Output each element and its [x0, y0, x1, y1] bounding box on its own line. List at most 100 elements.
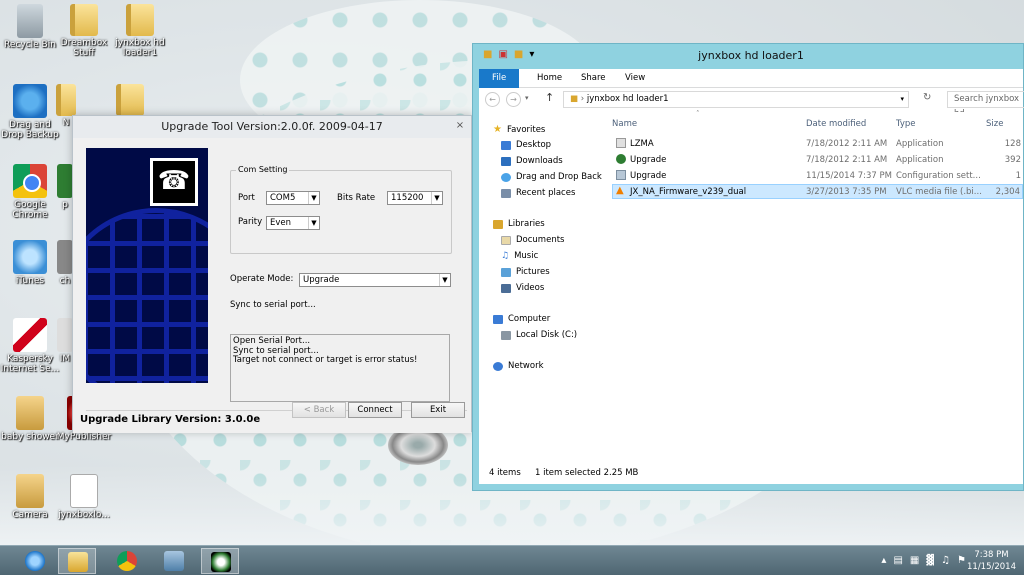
upgrade-tool-icon	[211, 552, 231, 572]
nav-videos[interactable]: Videos	[501, 283, 544, 293]
file-row[interactable]: LZMA 7/18/2012 2:11 AM Application 128	[612, 137, 1023, 152]
chevron-down-icon[interactable]: ▾	[900, 92, 904, 107]
taskbar-internet-explorer[interactable]	[16, 548, 54, 574]
port-label: Port	[238, 193, 255, 203]
taskbar-chrome[interactable]	[108, 548, 146, 574]
desktop-icon-dreambox-stuff[interactable]: Dreambox Stuff	[54, 4, 114, 58]
download-icon	[501, 156, 511, 166]
word-document-icon	[70, 474, 98, 508]
log-output: Open Serial Port... Sync to serial port.…	[230, 334, 450, 402]
folder-icon	[126, 4, 154, 36]
address-input[interactable]: ■ › jynxbox hd loader1 ▾	[563, 91, 909, 108]
bits-rate-select[interactable]: 115200 ▼	[387, 191, 443, 205]
nav-music[interactable]: ♫ Music	[501, 251, 538, 261]
nav-local-disk[interactable]: Local Disk (C:)	[501, 330, 577, 340]
nav-downloads[interactable]: Downloads	[501, 156, 563, 166]
com-setting-group: Com Setting Port COM5 ▼ Bits Rate 115200…	[230, 165, 452, 254]
folder-icon	[116, 84, 144, 116]
upgrade-app-icon	[616, 154, 626, 164]
flag-icon[interactable]: ⚑	[957, 555, 966, 566]
taskbar-app[interactable]	[155, 548, 193, 574]
up-arrow-icon[interactable]: ↑	[545, 91, 554, 104]
signal-icon[interactable]: ▓	[926, 555, 934, 566]
back-button[interactable]: < Back	[292, 402, 346, 418]
column-header-size[interactable]: Size	[986, 119, 1003, 129]
nav-pictures[interactable]: Pictures	[501, 267, 550, 277]
nav-libraries[interactable]: Libraries	[493, 219, 545, 229]
address-bar-row: ← → ▾ ↑ ■ › jynxbox hd loader1 ▾ ↻ Searc…	[479, 88, 1024, 119]
dropbox-icon	[501, 172, 511, 182]
nav-documents[interactable]: Documents	[501, 235, 564, 245]
forward-arrow-icon[interactable]: →	[506, 92, 521, 107]
nav-recent-places[interactable]: Recent places	[501, 188, 575, 198]
desktop-icon-drag-drop-backup[interactable]: Drag and Drop Backup	[0, 84, 60, 140]
file-row[interactable]: Upgrade 11/15/2014 7:37 PM Configuration…	[612, 169, 1023, 184]
column-header-name[interactable]: Name	[612, 119, 637, 129]
parity-select[interactable]: Even ▼	[266, 216, 320, 230]
explorer-content: ★ Favorites Desktop Downloads Drag and D…	[479, 110, 1023, 484]
desktop-icon-kaspersky[interactable]: Kaspersky Internet Se...	[0, 318, 60, 374]
taskbar-file-explorer[interactable]	[58, 548, 96, 574]
desktop-icon-baby-shower[interactable]: baby shower	[0, 396, 60, 442]
dropbox-icon	[13, 84, 47, 118]
application-icon	[616, 138, 626, 148]
computer-icon	[493, 314, 503, 324]
parity-label: Parity	[238, 217, 263, 227]
taskbar-upgrade-tool[interactable]	[201, 548, 239, 574]
app-icon	[57, 164, 73, 198]
desktop-icon-jynxbox-doc[interactable]: jynxboxlo...	[54, 474, 114, 520]
keyboard-icon[interactable]: ▤	[893, 555, 902, 566]
system-clock[interactable]: 7:38 PM 11/15/2014	[967, 549, 1016, 573]
recent-places-icon	[501, 188, 511, 198]
file-row-selected[interactable]: ▲ JX_NA_Firmware_v239_dual 3/27/2013 7:3…	[612, 184, 1023, 199]
column-header-date[interactable]: Date modified	[806, 119, 866, 129]
library-version-label: Upgrade Library Version: 3.0.0e	[80, 414, 261, 425]
explorer-titlebar: ■ ▣ ■ ▾ jynxbox hd loader1	[479, 44, 1023, 69]
desktop-icon-itunes[interactable]: iTunes	[0, 240, 60, 286]
upgrade-banner: ☎	[86, 148, 208, 383]
tab-file[interactable]: File	[479, 69, 520, 88]
file-row[interactable]: Upgrade 7/18/2012 2:11 AM Application 39…	[612, 153, 1023, 168]
operate-mode-select[interactable]: Upgrade ▼	[299, 273, 451, 287]
nav-favorites[interactable]: ★ Favorites	[493, 124, 545, 135]
close-icon[interactable]: ×	[453, 119, 467, 133]
pictures-icon	[501, 267, 511, 277]
desktop-icon-partial-folder[interactable]	[110, 84, 150, 118]
column-header-type[interactable]: Type	[896, 119, 916, 129]
volume-icon[interactable]: ♫	[941, 555, 950, 566]
clock-date: 11/15/2014	[967, 562, 1016, 572]
search-input[interactable]: Search jynxbox hd...	[947, 91, 1024, 119]
refresh-icon[interactable]: ↻	[923, 92, 931, 103]
connect-button[interactable]: Connect	[348, 402, 402, 418]
tab-share[interactable]: Share	[571, 69, 616, 88]
exit-button[interactable]: Exit	[411, 402, 465, 418]
bits-rate-label: Bits Rate	[337, 193, 376, 203]
nav-drag-drop-backup[interactable]: Drag and Drop Back	[501, 172, 602, 182]
selection-info: 1 item selected 2.25 MB	[535, 468, 639, 478]
desktop-icon-google-chrome[interactable]: Google Chrome	[0, 164, 60, 220]
network-icon[interactable]: ▦	[910, 555, 919, 566]
tab-home[interactable]: Home	[527, 69, 572, 88]
chevron-up-icon[interactable]: ▴	[881, 555, 886, 566]
port-select[interactable]: COM5 ▼	[266, 191, 320, 205]
desktop-icon-jynxbox-loader[interactable]: jynxbox hd loader1	[110, 4, 170, 58]
desktop-icon-camera[interactable]: Camera	[0, 474, 60, 520]
network-icon	[493, 361, 503, 371]
tab-view[interactable]: View	[615, 69, 655, 88]
operate-mode-label: Operate Mode:	[230, 274, 294, 284]
recycle-bin-icon	[17, 4, 43, 38]
chrome-icon	[117, 551, 137, 571]
hard-drive-icon	[501, 330, 511, 340]
photo-folder-icon	[16, 396, 44, 430]
nav-desktop[interactable]: Desktop	[501, 140, 551, 150]
folder-icon	[56, 84, 76, 116]
internet-explorer-icon	[25, 551, 45, 571]
desktop-icon-recycle-bin[interactable]: Recycle Bin	[0, 4, 60, 50]
nav-network[interactable]: Network	[493, 361, 544, 371]
nav-computer[interactable]: Computer	[493, 314, 550, 324]
videos-icon	[501, 283, 511, 293]
camera-folder-icon	[16, 474, 44, 508]
status-bar: 4 items 1 item selected 2.25 MB	[479, 462, 1023, 484]
chevron-down-icon[interactable]: ▾	[525, 94, 529, 102]
back-arrow-icon[interactable]: ←	[485, 92, 500, 107]
